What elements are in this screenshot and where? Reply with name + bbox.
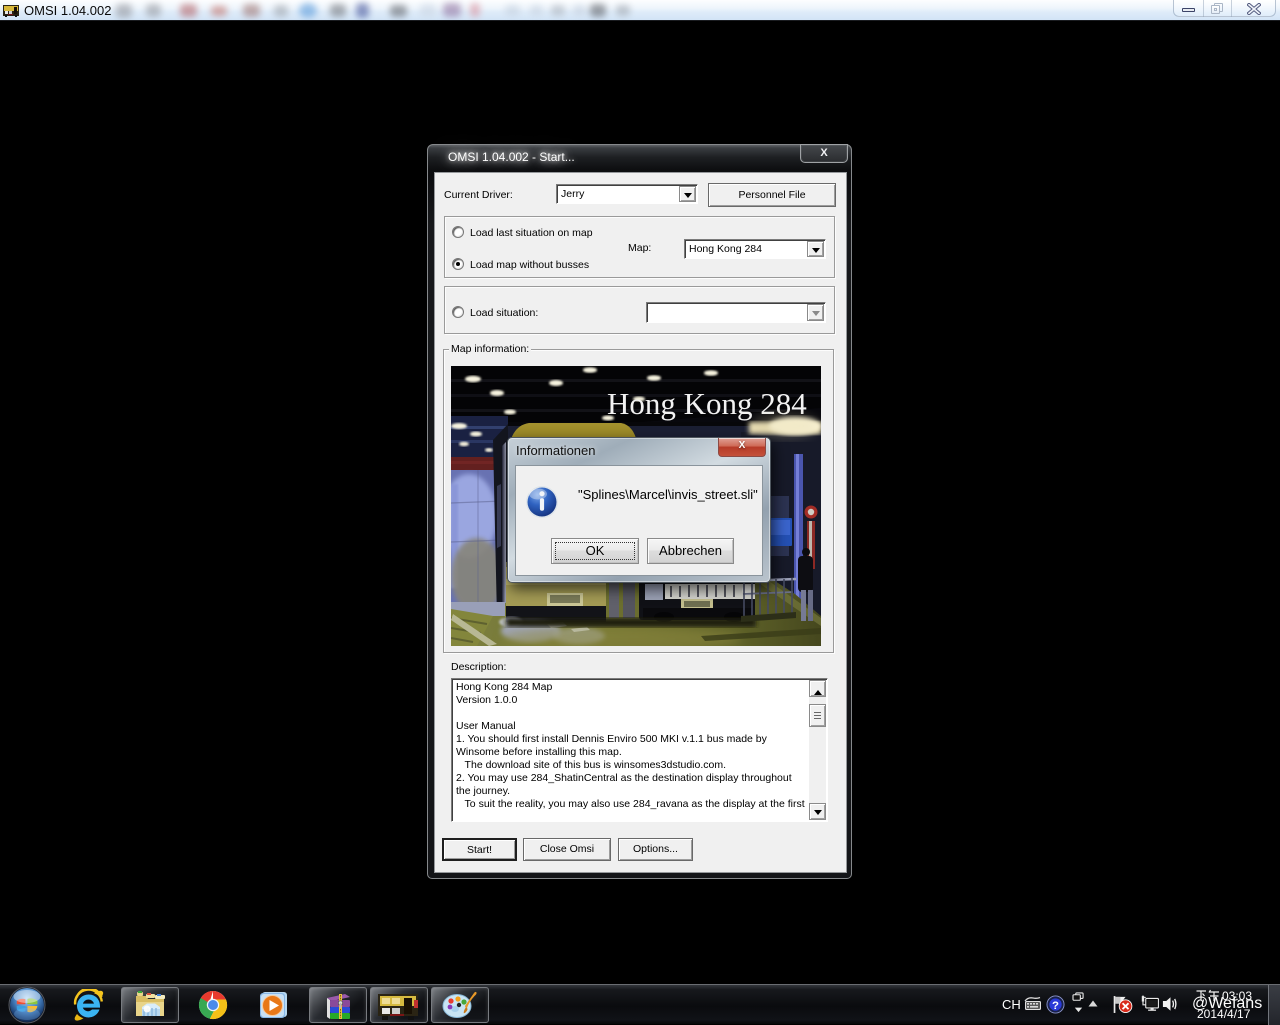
svg-text:?: ? [1052, 1000, 1059, 1012]
